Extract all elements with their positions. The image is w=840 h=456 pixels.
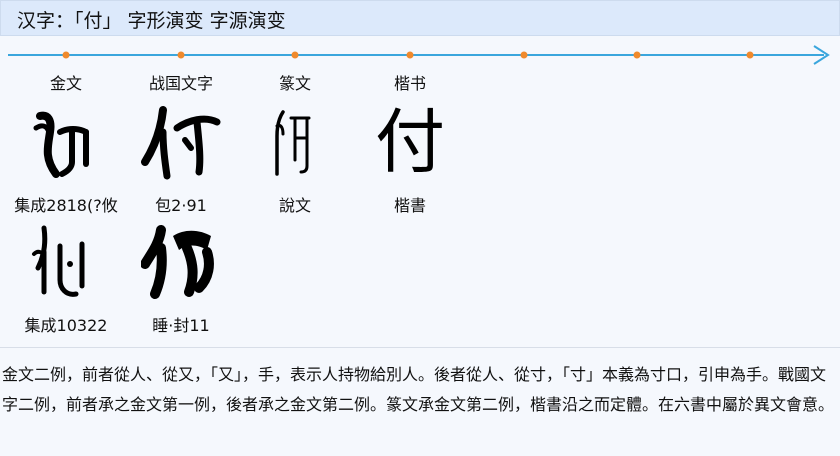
- ancient-character-image: [275, 110, 311, 176]
- timeline-marker: [520, 51, 528, 59]
- ancient-character-image: [32, 225, 85, 297]
- glyph-caption: 包2·91: [155, 196, 207, 215]
- kaishu-character: 付: [375, 101, 445, 183]
- glyph-zhuanwen-1: [250, 100, 340, 184]
- glyph-caption: 楷書: [393, 196, 426, 215]
- ancient-character-image: [141, 106, 221, 180]
- glyph-caption: 集成2818(?攸: [14, 196, 118, 215]
- page-title: 汉字：「付」 字形演变 字源演变: [17, 10, 286, 32]
- glyph-caption: 說文: [278, 196, 311, 215]
- section-divider: [0, 347, 840, 348]
- period-label-zhanguo: 战国文字: [148, 74, 213, 93]
- glyph-zhanguo-1: [136, 100, 226, 184]
- glyph-kaishu: 付: [365, 100, 455, 184]
- timeline-marker: [62, 51, 70, 59]
- glyph-caption: 睡·封11: [152, 316, 210, 335]
- etymology-description: 金文二例，前者從人、從又，「又」，手，表示人持物給別人。後者從人、從寸，「寸」本…: [2, 365, 835, 414]
- timeline-marker: [406, 51, 414, 59]
- glyph-jinwen-1: [21, 100, 111, 184]
- ancient-character-image: [33, 111, 89, 178]
- period-label-zhuanwen: 篆文: [278, 74, 311, 93]
- timeline-marker: [291, 51, 299, 59]
- glyph-zhanguo-2: [136, 220, 226, 304]
- title-bar: 汉字：「付」 字形演变 字源演变: [0, 0, 840, 36]
- timeline: [8, 45, 830, 65]
- glyph-caption: 集成10322: [24, 316, 108, 335]
- period-label-kaishu: 楷书: [393, 74, 426, 93]
- timeline-marker: [633, 51, 641, 59]
- period-label-jinwen: 金文: [49, 74, 82, 93]
- glyph-jinwen-2: [21, 220, 111, 304]
- timeline-marker: [177, 51, 185, 59]
- ancient-character-image: [141, 225, 214, 299]
- timeline-marker: [746, 51, 754, 59]
